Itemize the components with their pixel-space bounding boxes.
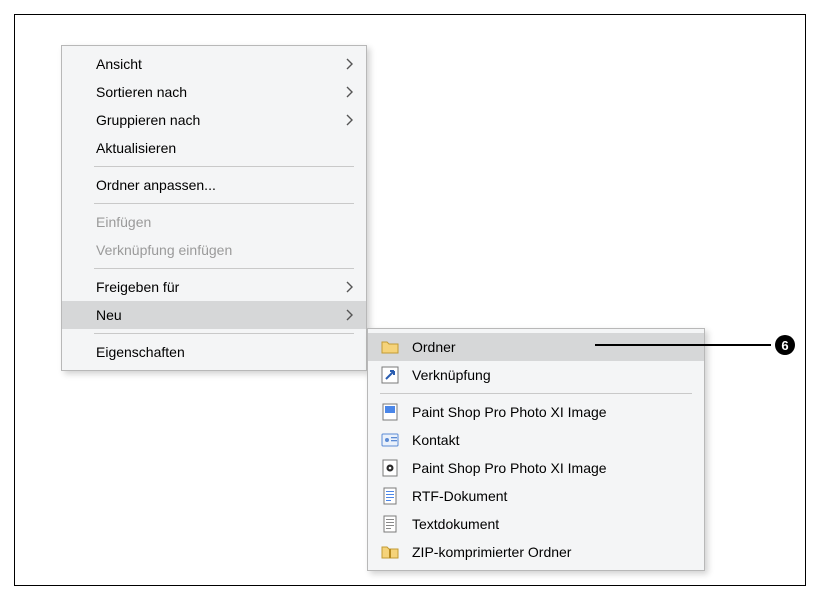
submenu-item-folder[interactable]: Ordner [368, 333, 704, 361]
menu-separator [94, 166, 354, 167]
submenu-item-rtf[interactable]: RTF-Dokument [368, 482, 704, 510]
camera-icon [380, 458, 400, 478]
contact-icon [380, 430, 400, 450]
menu-separator [94, 333, 354, 334]
context-menu-new: Ordner Verknüpfung Paint Shop Pro Photo … [367, 328, 705, 571]
submenu-item-label: ZIP-komprimierter Ordner [412, 544, 571, 560]
menu-item-label: Ordner anpassen... [96, 177, 216, 193]
menu-item-customize-folder[interactable]: Ordner anpassen... [62, 171, 366, 199]
menu-item-share-with[interactable]: Freigeben für [62, 273, 366, 301]
callout-badge: 6 [775, 335, 795, 355]
menu-item-refresh[interactable]: Aktualisieren [62, 134, 366, 162]
submenu-item-label: Kontakt [412, 432, 459, 448]
submenu-item-label: RTF-Dokument [412, 488, 507, 504]
submenu-item-contact[interactable]: Kontakt [368, 426, 704, 454]
folder-icon [380, 337, 400, 357]
menu-item-label: Ansicht [96, 56, 142, 72]
zip-folder-icon [380, 542, 400, 562]
menu-item-properties[interactable]: Eigenschaften [62, 338, 366, 366]
menu-item-label: Gruppieren nach [96, 112, 200, 128]
rtf-file-icon [380, 486, 400, 506]
callout-number: 6 [781, 338, 788, 353]
menu-item-label: Eigenschaften [96, 344, 185, 360]
submenu-item-label: Verknüpfung [412, 367, 491, 383]
shortcut-icon [380, 365, 400, 385]
context-menu-main: Ansicht Sortieren nach Gruppieren nach A… [61, 45, 367, 371]
submenu-item-label: Ordner [412, 339, 456, 355]
menu-item-label: Sortieren nach [96, 84, 187, 100]
chevron-right-icon [344, 309, 356, 321]
submenu-item-label: Paint Shop Pro Photo XI Image [412, 404, 607, 420]
menu-item-label: Freigeben für [96, 279, 179, 295]
menu-item-paste-shortcut: Verknüpfung einfügen [62, 236, 366, 264]
menu-separator [94, 268, 354, 269]
chevron-right-icon [344, 114, 356, 126]
callout-line [595, 344, 771, 346]
menu-separator [94, 203, 354, 204]
submenu-item-zip[interactable]: ZIP-komprimierter Ordner [368, 538, 704, 566]
menu-item-group-by[interactable]: Gruppieren nach [62, 106, 366, 134]
screenshot-frame: Ansicht Sortieren nach Gruppieren nach A… [14, 14, 806, 586]
menu-item-sort-by[interactable]: Sortieren nach [62, 78, 366, 106]
menu-item-paste: Einfügen [62, 208, 366, 236]
menu-item-new[interactable]: Neu [62, 301, 366, 329]
menu-item-label: Neu [96, 307, 122, 323]
menu-item-label: Verknüpfung einfügen [96, 242, 232, 258]
submenu-item-shortcut[interactable]: Verknüpfung [368, 361, 704, 389]
menu-item-view[interactable]: Ansicht [62, 50, 366, 78]
submenu-item-psp-image-1[interactable]: Paint Shop Pro Photo XI Image [368, 398, 704, 426]
submenu-item-psp-image-2[interactable]: Paint Shop Pro Photo XI Image [368, 454, 704, 482]
image-file-icon [380, 402, 400, 422]
menu-item-label: Aktualisieren [96, 140, 176, 156]
chevron-right-icon [344, 58, 356, 70]
text-file-icon [380, 514, 400, 534]
chevron-right-icon [344, 86, 356, 98]
menu-item-label: Einfügen [96, 214, 151, 230]
submenu-item-label: Paint Shop Pro Photo XI Image [412, 460, 607, 476]
chevron-right-icon [344, 281, 356, 293]
submenu-item-label: Textdokument [412, 516, 499, 532]
submenu-item-text[interactable]: Textdokument [368, 510, 704, 538]
menu-separator [380, 393, 692, 394]
